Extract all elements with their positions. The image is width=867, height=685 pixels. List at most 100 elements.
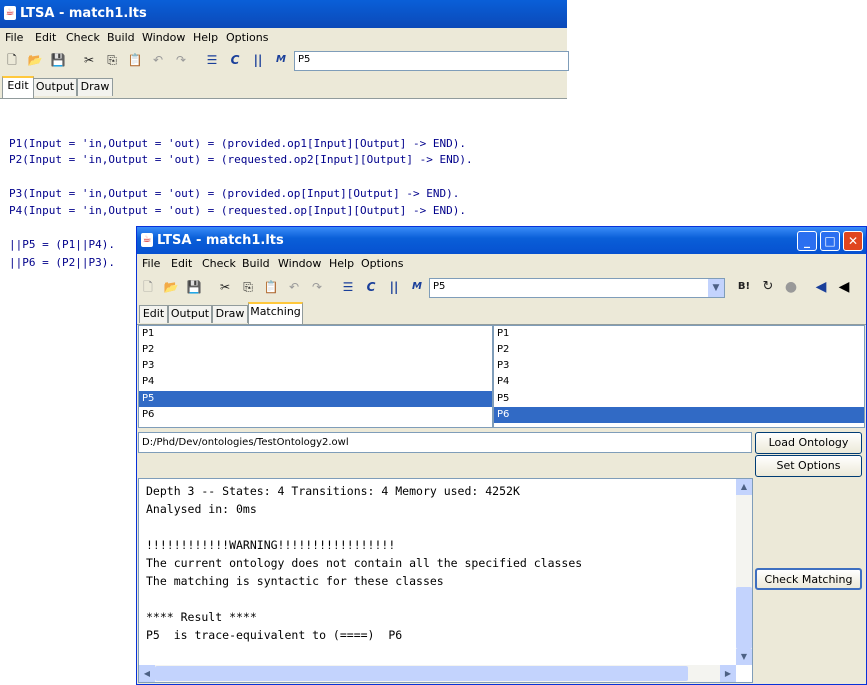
scroll-up-icon[interactable]: ▲ xyxy=(736,479,752,495)
front-combo-value: P5 xyxy=(433,281,446,292)
copy-icon[interactable]: ⎘ xyxy=(103,51,121,69)
tab-output[interactable]: Output xyxy=(168,305,212,323)
output-panel[interactable]: Depth 3 -- States: 4 Transitions: 4 Memo… xyxy=(138,478,753,683)
copy-icon[interactable]: ⎘ xyxy=(239,278,257,296)
menu-edit[interactable]: Edit xyxy=(35,31,56,44)
cut-icon[interactable]: ✂ xyxy=(216,278,234,296)
code-line-2[interactable]: P2(Input = 'in,Output = 'out) = (request… xyxy=(9,153,473,166)
list-item[interactable]: P5 xyxy=(139,391,492,407)
check-matching-button[interactable]: Check Matching xyxy=(755,568,862,590)
new-file-icon[interactable]: 🗋 xyxy=(139,278,157,296)
new-file-icon[interactable]: 🗋 xyxy=(3,51,21,69)
tab-matching[interactable]: Matching xyxy=(248,302,303,324)
open-folder-icon[interactable]: 📂 xyxy=(26,51,44,69)
minimize-icon: _ xyxy=(804,234,810,248)
menu-build[interactable]: Build xyxy=(242,257,270,270)
list-item[interactable]: P4 xyxy=(139,374,492,390)
list-icon[interactable]: ☰ xyxy=(339,278,357,296)
undo-icon[interactable]: ↶ xyxy=(149,51,167,69)
parallel-icon[interactable]: || xyxy=(385,278,403,296)
list-item[interactable]: P6 xyxy=(139,407,492,423)
list-item[interactable]: P6 xyxy=(494,407,864,423)
menu-file[interactable]: File xyxy=(142,257,160,270)
menu-check[interactable]: Check xyxy=(202,257,236,270)
menu-window[interactable]: Window xyxy=(278,257,321,270)
back-tabs: Edit Output Draw xyxy=(0,74,567,99)
minimize-button[interactable]: _ xyxy=(797,231,817,251)
list-item[interactable]: P4 xyxy=(494,374,864,390)
code-line-3[interactable]: P3(Input = 'in,Output = 'out) = (provide… xyxy=(9,187,459,200)
tab-edit[interactable]: Edit xyxy=(2,76,34,98)
menu-options[interactable]: Options xyxy=(361,257,403,270)
front-tabs: Edit Output Draw Matching xyxy=(137,301,866,325)
cut-icon[interactable]: ✂ xyxy=(80,51,98,69)
redo-icon[interactable]: ↷ xyxy=(308,278,326,296)
list-item[interactable]: P3 xyxy=(139,358,492,374)
menu-edit[interactable]: Edit xyxy=(171,257,192,270)
stop-icon[interactable]: ● xyxy=(782,278,800,296)
back-menu-bar: File Edit Check Build Window Help Option… xyxy=(0,28,567,46)
ontology-path-field[interactable]: D:/Phd/Dev/ontologies/TestOntology2.owl xyxy=(138,432,752,453)
minimise-icon[interactable]: M xyxy=(408,278,426,296)
parallel-icon[interactable]: || xyxy=(249,51,267,69)
list-item[interactable]: P2 xyxy=(139,342,492,358)
open-folder-icon[interactable]: 📂 xyxy=(162,278,180,296)
list-item[interactable]: P1 xyxy=(139,326,492,342)
code-line-4[interactable]: P4(Input = 'in,Output = 'out) = (request… xyxy=(9,204,466,217)
save-icon[interactable]: 💾 xyxy=(185,278,203,296)
scroll-left-icon[interactable]: ◀ xyxy=(139,665,155,682)
back-combo-value: P5 xyxy=(298,54,311,65)
vertical-scroll-thumb[interactable] xyxy=(736,587,752,649)
minimise-icon[interactable]: M xyxy=(272,51,290,69)
list-item[interactable]: P5 xyxy=(494,391,864,407)
paste-icon[interactable]: 📋 xyxy=(262,278,280,296)
menu-build[interactable]: Build xyxy=(107,31,135,44)
tab-draw[interactable]: Draw xyxy=(212,305,248,323)
list-icon[interactable]: ☰ xyxy=(203,51,221,69)
java-icon: ☕ xyxy=(4,6,16,20)
list-item[interactable]: P1 xyxy=(494,326,864,342)
close-button[interactable]: ✕ xyxy=(843,231,863,251)
menu-check[interactable]: Check xyxy=(66,31,100,44)
paste-icon[interactable]: 📋 xyxy=(126,51,144,69)
list-item[interactable]: P3 xyxy=(494,358,864,374)
forward-step-icon[interactable]: ◀ xyxy=(835,278,853,296)
java-icon: ☕ xyxy=(141,233,153,247)
tab-draw[interactable]: Draw xyxy=(77,78,113,96)
tab-edit[interactable]: Edit xyxy=(139,305,168,323)
front-title-bar: ☕ LTSA - match1.lts _ □ ✕ xyxy=(137,227,866,255)
code-line-1[interactable]: P1(Input = 'in,Output = 'out) = (provide… xyxy=(9,137,466,150)
undo-icon[interactable]: ↶ xyxy=(285,278,303,296)
compile-icon[interactable]: C xyxy=(226,51,244,69)
front-toolbar: 🗋 📂 💾 ✂ ⎘ 📋 ↶ ↷ ☰ C || M P5 ▼ B! ↻ ● ◀ ◀ xyxy=(137,273,866,301)
menu-window[interactable]: Window xyxy=(142,31,185,44)
horizontal-scrollbar[interactable]: ◀ ▶ xyxy=(139,665,736,682)
set-options-button[interactable]: Set Options xyxy=(755,455,862,477)
code-line-6[interactable]: ||P6 = (P2||P3). xyxy=(9,256,115,269)
back-process-combo[interactable]: P5 xyxy=(294,51,569,71)
chevron-down-icon[interactable]: ▼ xyxy=(708,279,724,297)
menu-options[interactable]: Options xyxy=(226,31,268,44)
back-step-icon[interactable]: ◀ xyxy=(812,278,830,296)
scroll-down-icon[interactable]: ▼ xyxy=(736,649,752,665)
refresh-icon[interactable]: ↻ xyxy=(759,278,777,296)
output-line-5: The current ontology does not contain al… xyxy=(146,556,583,570)
alphabet-icon[interactable]: B! xyxy=(735,278,753,296)
list-item[interactable]: P2 xyxy=(494,342,864,358)
tab-output[interactable]: Output xyxy=(33,78,77,96)
maximize-button[interactable]: □ xyxy=(820,231,840,251)
menu-help[interactable]: Help xyxy=(329,257,354,270)
scroll-right-icon[interactable]: ▶ xyxy=(720,665,736,682)
menu-file[interactable]: File xyxy=(5,31,23,44)
back-title-bar: ☕ LTSA - match1.lts xyxy=(0,0,567,28)
menu-help[interactable]: Help xyxy=(193,31,218,44)
output-line-6: The matching is syntactic for these clas… xyxy=(146,574,444,588)
front-process-combo[interactable]: P5 ▼ xyxy=(429,278,725,298)
save-icon[interactable]: 💾 xyxy=(49,51,67,69)
horizontal-scroll-thumb[interactable] xyxy=(155,666,688,681)
load-ontology-button[interactable]: Load Ontology xyxy=(755,432,862,454)
code-line-5[interactable]: ||P5 = (P1||P4). xyxy=(9,238,115,251)
redo-icon[interactable]: ↷ xyxy=(172,51,190,69)
vertical-scrollbar[interactable]: ▲ ▼ xyxy=(736,479,752,665)
compile-icon[interactable]: C xyxy=(362,278,380,296)
